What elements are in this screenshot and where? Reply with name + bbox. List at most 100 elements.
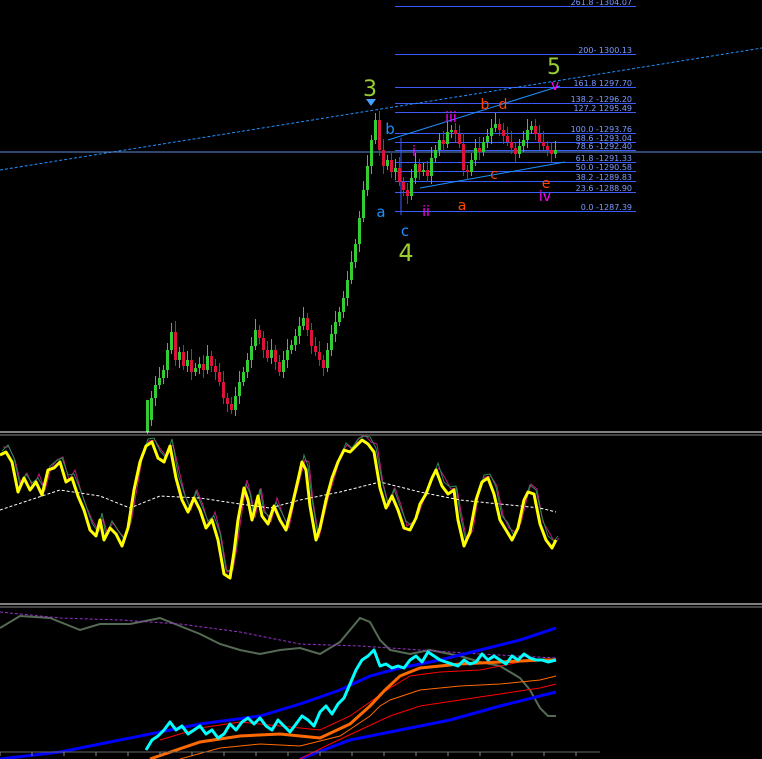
bear-candle[interactable] (202, 364, 205, 370)
bear-candle[interactable] (466, 170, 469, 172)
bull-candle[interactable] (162, 370, 165, 378)
bear-candle[interactable] (262, 338, 265, 350)
bear-candle[interactable] (222, 382, 225, 398)
bull-candle[interactable] (530, 126, 533, 130)
bear-candle[interactable] (534, 126, 537, 134)
bear-candle[interactable] (514, 148, 517, 154)
bull-candle[interactable] (186, 360, 189, 366)
bull-candle[interactable] (290, 345, 293, 350)
bull-candle[interactable] (346, 280, 349, 298)
bear-candle[interactable] (538, 134, 541, 142)
bear-candle[interactable] (398, 168, 401, 182)
bull-candle[interactable] (494, 124, 497, 128)
bull-candle[interactable] (350, 262, 353, 280)
bull-candle[interactable] (242, 372, 245, 382)
bull-candle[interactable] (450, 130, 453, 132)
bull-candle[interactable] (246, 360, 249, 372)
bull-candle[interactable] (438, 140, 441, 150)
bull-candle[interactable] (394, 168, 397, 172)
bull-candle[interactable] (238, 382, 241, 396)
bull-candle[interactable] (286, 350, 289, 360)
bull-candle[interactable] (422, 170, 425, 172)
bull-candle[interactable] (342, 298, 345, 312)
bull-candle[interactable] (554, 150, 557, 154)
bear-candle[interactable] (418, 164, 421, 172)
bull-candle[interactable] (270, 350, 273, 358)
bear-candle[interactable] (274, 350, 277, 362)
bear-candle[interactable] (314, 346, 317, 352)
bull-candle[interactable] (522, 140, 525, 146)
bear-candle[interactable] (402, 182, 405, 190)
bear-candle[interactable] (506, 136, 509, 142)
bull-candle[interactable] (470, 160, 473, 172)
bull-candle[interactable] (354, 244, 357, 262)
bull-candle[interactable] (146, 400, 149, 432)
bull-candle[interactable] (178, 352, 181, 360)
bear-candle[interactable] (318, 352, 321, 360)
bear-candle[interactable] (182, 352, 185, 366)
bull-candle[interactable] (370, 140, 373, 166)
bull-candle[interactable] (414, 164, 417, 178)
bull-candle[interactable] (486, 136, 489, 142)
bear-candle[interactable] (306, 318, 309, 330)
bear-candle[interactable] (462, 144, 465, 170)
bull-candle[interactable] (482, 142, 485, 152)
bull-candle[interactable] (298, 326, 301, 336)
bull-candle[interactable] (282, 360, 285, 372)
bull-candle[interactable] (334, 322, 337, 334)
bull-candle[interactable] (330, 334, 333, 350)
bull-candle[interactable] (294, 336, 297, 345)
bull-candle[interactable] (166, 350, 169, 370)
bear-candle[interactable] (190, 360, 193, 372)
bear-candle[interactable] (226, 398, 229, 404)
bull-candle[interactable] (410, 178, 413, 196)
bull-candle[interactable] (358, 218, 361, 244)
bear-candle[interactable] (454, 130, 457, 134)
bear-candle[interactable] (478, 148, 481, 152)
bull-candle[interactable] (234, 396, 237, 410)
bull-candle[interactable] (446, 132, 449, 144)
bear-candle[interactable] (210, 356, 213, 366)
bear-candle[interactable] (442, 140, 445, 144)
bear-candle[interactable] (458, 134, 461, 144)
bull-candle[interactable] (366, 166, 369, 190)
bear-candle[interactable] (546, 146, 549, 150)
bull-candle[interactable] (170, 332, 173, 350)
bear-candle[interactable] (390, 160, 393, 172)
bull-candle[interactable] (362, 190, 365, 218)
bear-candle[interactable] (218, 372, 221, 382)
bear-candle[interactable] (278, 362, 281, 372)
bull-candle[interactable] (374, 120, 377, 140)
bull-candle[interactable] (150, 398, 153, 420)
bull-candle[interactable] (490, 128, 493, 136)
bull-candle[interactable] (158, 378, 161, 385)
bear-candle[interactable] (498, 124, 501, 130)
bull-candle[interactable] (430, 158, 433, 176)
bull-candle[interactable] (326, 350, 329, 368)
bull-candle[interactable] (386, 160, 389, 166)
bull-candle[interactable] (518, 146, 521, 154)
bear-candle[interactable] (266, 350, 269, 358)
bull-candle[interactable] (526, 130, 529, 140)
bear-candle[interactable] (406, 190, 409, 196)
bear-candle[interactable] (510, 142, 513, 148)
bear-candle[interactable] (174, 332, 177, 360)
bear-candle[interactable] (258, 330, 261, 338)
bull-candle[interactable] (250, 346, 253, 360)
bull-candle[interactable] (434, 150, 437, 158)
bull-candle[interactable] (338, 312, 341, 322)
bull-candle[interactable] (194, 368, 197, 372)
bull-candle[interactable] (198, 364, 201, 368)
bear-candle[interactable] (502, 130, 505, 136)
bear-candle[interactable] (322, 360, 325, 368)
bull-candle[interactable] (254, 330, 257, 346)
bull-candle[interactable] (302, 318, 305, 326)
bear-candle[interactable] (550, 150, 553, 154)
bear-candle[interactable] (542, 142, 545, 146)
bull-candle[interactable] (206, 356, 209, 370)
bull-candle[interactable] (474, 148, 477, 160)
bear-candle[interactable] (426, 170, 429, 176)
bear-candle[interactable] (230, 404, 233, 410)
bull-candle[interactable] (154, 385, 157, 398)
bear-candle[interactable] (378, 120, 381, 150)
